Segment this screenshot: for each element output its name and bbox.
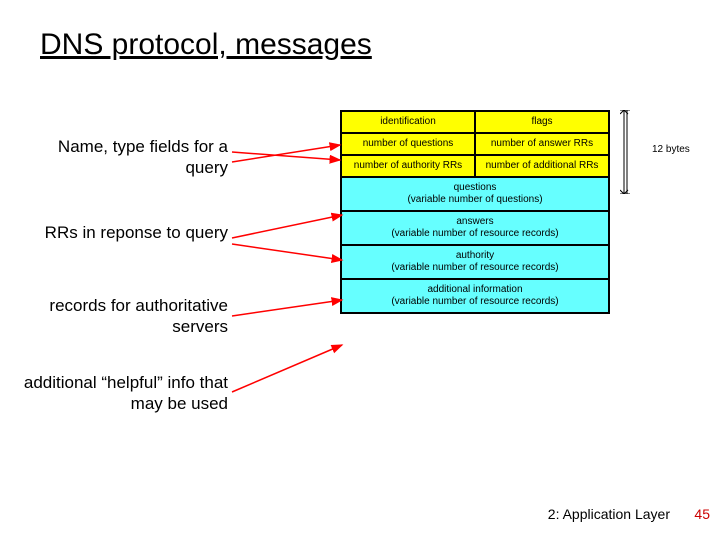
bytes-bracket-icon: [620, 110, 650, 194]
body-row-authority: authority(variable number of resource re…: [341, 245, 609, 279]
cell-questions: questions(variable number of questions): [341, 177, 609, 211]
cell-num-additional-rrs: number of additional RRs: [475, 155, 609, 177]
cell-authority: authority(variable number of resource re…: [341, 245, 609, 279]
body-row-answers: answers(variable number of resource reco…: [341, 211, 609, 245]
cell-num-answer-rrs: number of answer RRs: [475, 133, 609, 155]
label-additional: additional “helpful” info that may be us…: [18, 372, 228, 415]
dns-message-diagram: identification flags number of questions…: [340, 110, 610, 314]
cell-answers: answers(variable number of resource reco…: [341, 211, 609, 245]
body-row-additional: additional information(variable number o…: [341, 279, 609, 313]
header-row-2: number of questions number of answer RRs: [341, 133, 609, 155]
slide-title: DNS protocol, messages: [40, 28, 372, 62]
cell-identification: identification: [341, 111, 475, 133]
label-records: records for authoritative servers: [18, 295, 228, 338]
header-row-1: identification flags: [341, 111, 609, 133]
body-row-questions: questions(variable number of questions): [341, 177, 609, 211]
label-rrs: RRs in reponse to query: [18, 222, 228, 243]
cell-num-questions: number of questions: [341, 133, 475, 155]
page-number: 45: [694, 506, 710, 522]
cell-flags: flags: [475, 111, 609, 133]
footer-text: 2: Application Layer: [548, 506, 670, 522]
label-name-type: Name, type fields for a query: [18, 136, 228, 179]
header-row-3: number of authority RRs number of additi…: [341, 155, 609, 177]
cell-num-authority-rrs: number of authority RRs: [341, 155, 475, 177]
bytes-label: 12 bytes: [652, 144, 690, 155]
cell-additional: additional information(variable number o…: [341, 279, 609, 313]
